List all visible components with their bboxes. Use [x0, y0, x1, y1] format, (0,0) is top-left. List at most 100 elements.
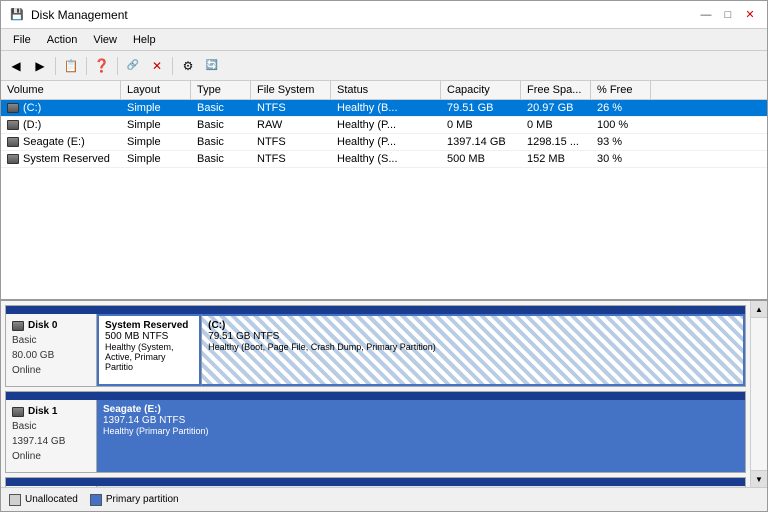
disk-0-header	[6, 306, 745, 314]
cell-capacity: 0 MB	[441, 117, 521, 133]
scrollbar-up-button[interactable]: ▲	[751, 301, 767, 318]
scrollbar-down-button[interactable]: ▼	[751, 470, 767, 487]
title-bar-controls: — □ ✕	[697, 6, 759, 24]
menu-action[interactable]: Action	[39, 32, 86, 48]
cell-status: Healthy (P...	[331, 134, 441, 150]
cell-status: Healthy (S...	[331, 151, 441, 167]
cell-status: Healthy (P...	[331, 117, 441, 133]
menu-view[interactable]: View	[85, 32, 125, 48]
cell-volume: System Reserved	[1, 151, 121, 167]
disk-map-panel: Disk 0 Basic 80.00 GB Online System Rese…	[1, 301, 767, 487]
table-header: Volume Layout Type File System Status Ca…	[1, 81, 767, 100]
col-header-type[interactable]: Type	[191, 81, 251, 99]
cell-fs: NTFS	[251, 134, 331, 150]
cell-fs: NTFS	[251, 151, 331, 167]
close-button[interactable]: ✕	[741, 6, 759, 24]
partition-seagate-size: 1397.14 GB NTFS	[103, 415, 739, 426]
toolbar: ◀ ▶ 📋 ❓ 🔗 ✕ ⚙ 🔄	[1, 51, 767, 81]
disk-1-container: Disk 1 Basic 1397.14 GB Online Seagate (…	[5, 391, 746, 473]
table-row[interactable]: (D:) Simple Basic RAW Healthy (P... 0 MB…	[1, 117, 767, 134]
disk-0-body: Disk 0 Basic 80.00 GB Online System Rese…	[6, 314, 745, 386]
maximize-button[interactable]: □	[719, 6, 737, 24]
disk-1-body: Disk 1 Basic 1397.14 GB Online Seagate (…	[6, 400, 745, 472]
disk-1-type: Basic	[12, 419, 90, 434]
drive-icon	[7, 154, 19, 164]
cell-layout: Simple	[121, 100, 191, 116]
legend-primary: Primary partition	[90, 494, 179, 506]
toolbar-separator-1	[55, 57, 56, 75]
cdrom-0-container: CD-ROM 0 DVD	[5, 477, 746, 487]
disconnect-button[interactable]: ✕	[146, 55, 168, 77]
disk-0-partitions: System Reserved 500 MB NTFS Healthy (Sys…	[96, 314, 745, 386]
partition-seagate-e[interactable]: Seagate (E:) 1397.14 GB NTFS Healthy (Pr…	[97, 400, 745, 472]
cell-volume: (C:)	[1, 100, 121, 116]
table-body: (C:) Simple Basic NTFS Healthy (B... 79.…	[1, 100, 767, 299]
disk-0-label: Disk 0 Basic 80.00 GB Online	[6, 314, 96, 386]
disk-1-header	[6, 392, 745, 400]
cell-status: Healthy (B...	[331, 100, 441, 116]
col-header-status[interactable]: Status	[331, 81, 441, 99]
toolbar-separator-3	[117, 57, 118, 75]
col-header-pct[interactable]: % Free	[591, 81, 651, 99]
connect-button[interactable]: 🔗	[122, 55, 144, 77]
disk-list: Disk 0 Basic 80.00 GB Online System Rese…	[1, 301, 750, 487]
disk-1-size: 1397.14 GB	[12, 434, 90, 449]
scrollbar-track[interactable]	[751, 318, 767, 470]
forward-button[interactable]: ▶	[29, 55, 51, 77]
legend-unallocated-label: Unallocated	[25, 494, 78, 505]
partition-system-reserved[interactable]: System Reserved 500 MB NTFS Healthy (Sys…	[97, 314, 201, 386]
cell-layout: Simple	[121, 134, 191, 150]
disk-list-scrollbar[interactable]: ▲ ▼	[750, 301, 767, 487]
toolbar-separator-2	[86, 57, 87, 75]
help-button[interactable]: ❓	[91, 55, 113, 77]
table-row[interactable]: Seagate (E:) Simple Basic NTFS Healthy (…	[1, 134, 767, 151]
legend-unallocated-box	[9, 494, 21, 506]
toolbar-separator-4	[172, 57, 173, 75]
window-icon: 💾	[9, 7, 25, 23]
partition-c[interactable]: (C:) 79.51 GB NTFS Healthy (Boot, Page F…	[201, 314, 745, 386]
cell-type: Basic	[191, 117, 251, 133]
col-header-free[interactable]: Free Spa...	[521, 81, 591, 99]
cell-type: Basic	[191, 134, 251, 150]
drive-icon	[7, 137, 19, 147]
col-header-layout[interactable]: Layout	[121, 81, 191, 99]
menu-file[interactable]: File	[5, 32, 39, 48]
rescan-button[interactable]: 🔄	[201, 55, 223, 77]
cell-volume: Seagate (E:)	[1, 134, 121, 150]
cell-pct: 93 %	[591, 134, 651, 150]
cell-fs: RAW	[251, 117, 331, 133]
cell-layout: Simple	[121, 117, 191, 133]
disk-1-name: Disk 1	[12, 404, 90, 419]
table-row[interactable]: (C:) Simple Basic NTFS Healthy (B... 79.…	[1, 100, 767, 117]
disk-1-status: Online	[12, 449, 90, 464]
disk-1-label: Disk 1 Basic 1397.14 GB Online	[6, 400, 96, 472]
main-window: 💾 Disk Management — □ ✕ File Action View…	[0, 0, 768, 512]
partition-system-reserved-desc: Healthy (System, Active, Primary Partiti…	[105, 342, 193, 372]
cell-free: 0 MB	[521, 117, 591, 133]
back-button[interactable]: ◀	[5, 55, 27, 77]
settings-button[interactable]: ⚙	[177, 55, 199, 77]
col-header-volume[interactable]: Volume	[1, 81, 121, 99]
up-button[interactable]: 📋	[60, 55, 82, 77]
cell-free: 152 MB	[521, 151, 591, 167]
disk-1-partitions: Seagate (E:) 1397.14 GB NTFS Healthy (Pr…	[96, 400, 745, 472]
minimize-button[interactable]: —	[697, 6, 715, 24]
cell-pct: 30 %	[591, 151, 651, 167]
disk-0-container: Disk 0 Basic 80.00 GB Online System Rese…	[5, 305, 746, 387]
partition-system-reserved-size: 500 MB NTFS	[105, 331, 193, 342]
window-title: Disk Management	[31, 8, 697, 22]
menu-help[interactable]: Help	[125, 32, 164, 48]
cell-type: Basic	[191, 100, 251, 116]
drive-icon	[7, 120, 19, 130]
partition-system-reserved-name: System Reserved	[105, 320, 193, 331]
col-header-fs[interactable]: File System	[251, 81, 331, 99]
disk-0-icon	[12, 321, 24, 331]
table-row[interactable]: System Reserved Simple Basic NTFS Health…	[1, 151, 767, 168]
col-header-capacity[interactable]: Capacity	[441, 81, 521, 99]
cell-volume: (D:)	[1, 117, 121, 133]
cell-type: Basic	[191, 151, 251, 167]
cell-pct: 26 %	[591, 100, 651, 116]
drive-icon	[7, 103, 19, 113]
cell-free: 1298.15 ...	[521, 134, 591, 150]
partition-c-name: (C:)	[208, 320, 737, 331]
